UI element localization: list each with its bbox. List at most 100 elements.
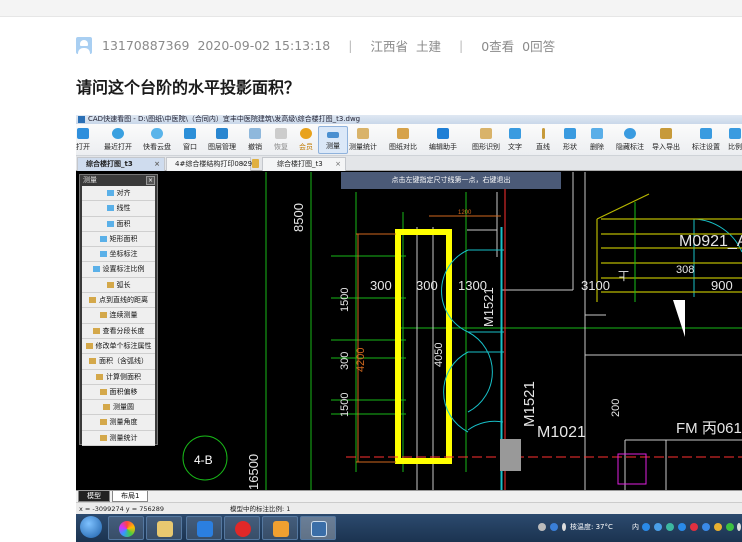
tray-app-icon[interactable] (690, 523, 698, 531)
measure-area-offset[interactable]: 面积偏移 (82, 384, 155, 401)
tool-label: 比例 (728, 143, 742, 151)
ruler-icon (327, 132, 339, 138)
window-symbol (673, 300, 685, 337)
measure-point-line[interactable]: 点到直线的距离 (82, 293, 155, 309)
measure-align[interactable]: 对齐 (82, 186, 155, 202)
tool-label: 图形识别 (472, 143, 500, 151)
measure-side-area[interactable]: 计算侧面积 (82, 369, 155, 385)
tool-recent[interactable]: 最近打开 (103, 126, 133, 154)
help-icon[interactable] (550, 523, 558, 531)
shape-icon (564, 128, 576, 139)
door-m1521: M1521 (521, 381, 538, 427)
edit-dim-icon (85, 342, 93, 349)
tray-app-icon[interactable] (702, 523, 710, 531)
tool-window[interactable]: 窗口 (175, 126, 205, 154)
tool-measure-stats[interactable]: 测量统计 (348, 126, 378, 154)
folder-icon (157, 521, 173, 537)
tool-line[interactable]: 直线 (528, 126, 558, 154)
tool-import-export[interactable]: 导入导出 (651, 126, 681, 154)
measure-stats[interactable]: 测量统计 (82, 430, 155, 447)
point-line-icon (89, 297, 96, 304)
redo-icon (275, 128, 287, 139)
divider: | (459, 37, 464, 53)
ime-indicator[interactable]: 内 (632, 522, 639, 532)
tool-label: 窗口 (183, 143, 197, 151)
item-label: 查看分段长度 (102, 326, 145, 335)
measure-linear[interactable]: 线性 (82, 201, 155, 217)
drawing-canvas[interactable]: 8500 16500 4-B 300 300 1300 3100 900 308… (76, 172, 742, 490)
tab-layout1[interactable]: 布局1 (112, 491, 149, 502)
tool-vip[interactable]: 会员 (291, 126, 321, 154)
tool-measure[interactable]: 测量 (318, 126, 348, 154)
close-icon[interactable]: × (335, 158, 341, 171)
dim-300: 300 (370, 278, 392, 293)
tool-text[interactable]: 文字 (500, 126, 530, 154)
tool-label: 隐藏标注 (616, 143, 644, 151)
task-browser[interactable] (108, 516, 144, 540)
item-label: 面积 (116, 219, 131, 228)
measure-coordinate[interactable]: 坐标标注 (82, 247, 155, 263)
task-music[interactable] (224, 516, 260, 540)
tool-edit-helper[interactable]: 编辑助手 (428, 126, 458, 154)
linear-icon (106, 205, 114, 212)
tool-compare[interactable]: 图纸对比 (388, 126, 418, 154)
tool-open[interactable]: 打开 (76, 126, 98, 154)
folder-icon (77, 128, 89, 139)
tool-shape[interactable]: 形状 (555, 126, 585, 154)
tool-hide-dims[interactable]: 隐藏标注 (615, 126, 645, 154)
tray-app-icon[interactable] (714, 523, 722, 531)
item-label: 线性 (116, 204, 131, 213)
measure-edit-dim[interactable]: 修改单个标注属性 (82, 338, 155, 355)
dim-1500: 1500 (339, 288, 351, 312)
panel-title: 测量 (83, 176, 97, 184)
network-icon[interactable] (538, 523, 546, 531)
tool-label: 编辑助手 (429, 143, 457, 151)
close-icon[interactable]: × (240, 158, 246, 171)
avatar[interactable] (76, 36, 92, 54)
tray-app-icon[interactable] (678, 523, 686, 531)
tool-cloud[interactable]: 快看云盘 (142, 126, 172, 154)
tab-doc-2[interactable]: 4#综合楼结构打印0829 × (166, 157, 252, 171)
tool-delete[interactable]: 删除 (582, 126, 612, 154)
close-icon[interactable]: × (154, 158, 160, 171)
volume-icon[interactable] (562, 523, 566, 531)
door-fm: FM 丙0618 (676, 420, 742, 437)
tool-layers[interactable]: 图层管理 (207, 126, 237, 154)
measure-area[interactable]: 面积 (82, 216, 155, 232)
measure-angle[interactable]: 测量角度 (82, 415, 155, 431)
close-icon[interactable]: × (146, 176, 155, 185)
measure-set-scale[interactable]: 设置标注比例 (82, 262, 155, 278)
tool-scale[interactable]: 比例 (720, 126, 742, 154)
bluetooth-icon[interactable] (737, 523, 741, 531)
tray-app-icon[interactable] (642, 523, 650, 531)
measure-continuous[interactable]: 连续测量 (82, 308, 155, 324)
drawing-text: 8500 16500 4-B 300 300 1300 3100 900 308… (194, 203, 742, 490)
task-notes[interactable] (262, 516, 298, 540)
scale-icon (729, 128, 741, 139)
item-label: 矩形面积 (109, 234, 138, 243)
tool-label: 形状 (563, 143, 577, 151)
measure-rect-area[interactable]: 矩形面积 (82, 231, 155, 248)
tab-doc-1[interactable]: 综合楼打图_t3 × (77, 157, 165, 171)
tab-model[interactable]: 模型 (78, 491, 110, 502)
tool-recognize[interactable]: 图形识别 (471, 126, 501, 154)
wechat-icon[interactable] (726, 523, 734, 531)
answer-count: 0回答 (522, 38, 556, 54)
task-explorer[interactable] (146, 516, 182, 540)
measure-circle[interactable]: 测量圆 (82, 400, 155, 416)
dim-1200: 1200 (458, 210, 472, 216)
tray-app-icon[interactable] (666, 523, 674, 531)
window-title: CAD快速看图 - D:\图纸\中医院\（合同内）宜丰中医院建筑\发高级\综合楼… (76, 115, 742, 124)
measure-arc-length[interactable]: 弧长 (82, 277, 155, 294)
task-wps[interactable] (186, 516, 222, 540)
tab-doc-3[interactable]: 综合楼打图_t3 × (262, 157, 346, 171)
user-name[interactable]: 13170887369 (102, 38, 189, 53)
start-button[interactable] (80, 516, 102, 538)
measure-segments[interactable]: 查看分段长度 (82, 323, 155, 339)
tool-label: 图层管理 (208, 143, 236, 151)
tray-app-icon[interactable] (654, 523, 662, 531)
measure-arc-area[interactable]: 面积（含弧线） (82, 354, 155, 370)
tool-dim-settings[interactable]: 标注设置 (691, 126, 721, 154)
item-label: 面积偏移 (109, 387, 138, 396)
task-cad[interactable] (300, 516, 336, 540)
